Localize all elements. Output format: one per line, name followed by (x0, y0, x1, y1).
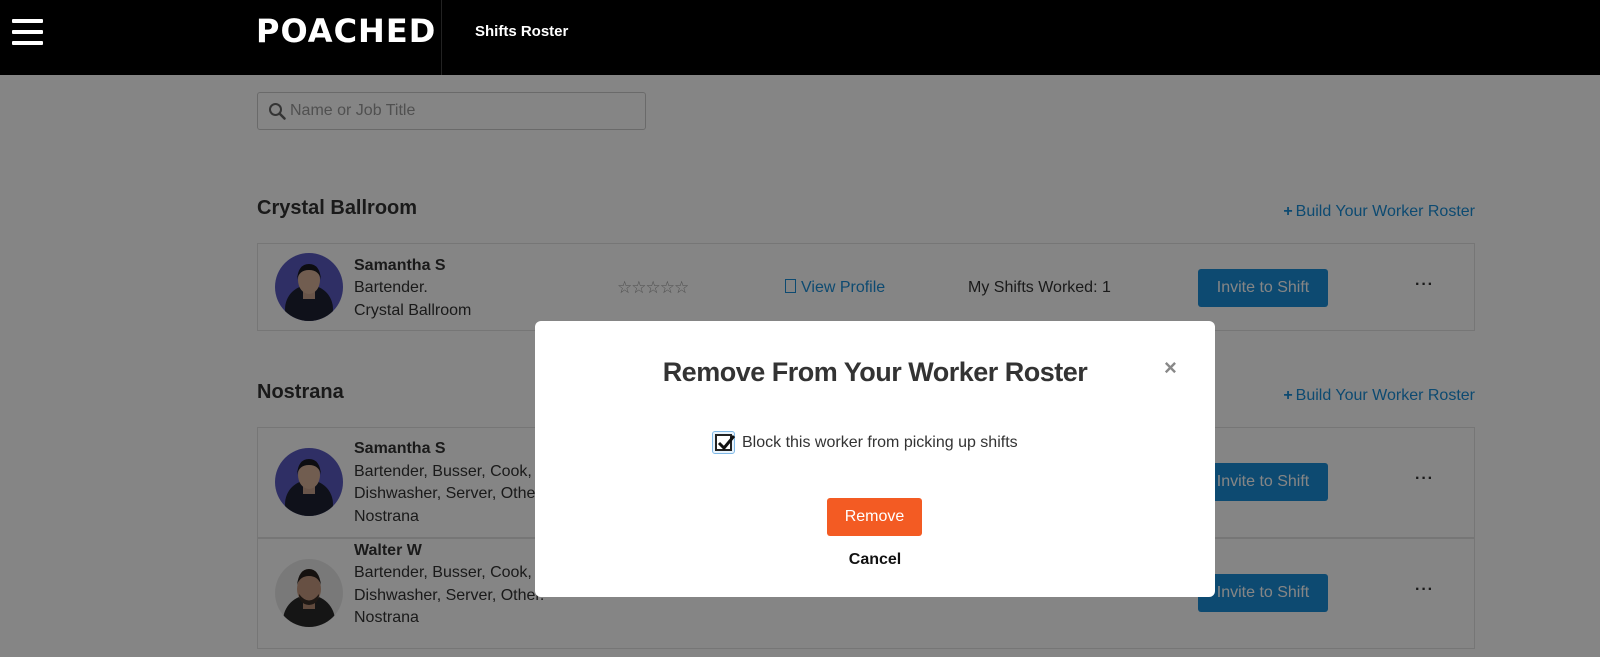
nav-divider (441, 0, 442, 75)
block-worker-checkbox[interactable] (712, 431, 736, 454)
block-worker-label[interactable]: Block this worker from picking up shifts (742, 434, 1018, 452)
hamburger-menu-icon[interactable] (12, 19, 43, 45)
dialog-title: Remove From Your Worker Roster (662, 357, 1088, 387)
nav-tab-shifts-roster[interactable]: Shifts Roster (475, 23, 568, 40)
app-logo[interactable]: POACHED (256, 12, 436, 50)
check-icon (717, 435, 736, 451)
cancel-link[interactable]: Cancel (535, 551, 1215, 569)
remove-from-roster-dialog: Remove From Your Worker Roster × Block t… (535, 321, 1215, 597)
top-navigation-bar: POACHED Shifts Roster (0, 0, 1600, 75)
remove-button[interactable]: Remove (827, 498, 922, 536)
close-icon[interactable]: × (1164, 355, 1177, 381)
